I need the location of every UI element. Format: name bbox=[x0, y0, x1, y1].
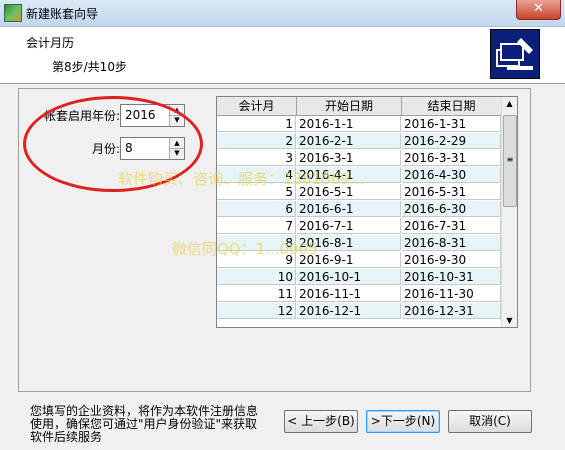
spin-down-icon[interactable]: ▼ bbox=[170, 148, 184, 158]
window-title: 新建账套向导 bbox=[26, 7, 99, 21]
table-row[interactable]: 10 2016-10-1 2016-10-31 bbox=[217, 269, 501, 286]
grip-icon: ≡ bbox=[506, 155, 514, 164]
end-date-cell[interactable]: 2016-1-31 bbox=[402, 116, 501, 132]
end-date-cell[interactable]: 2016-8-31 bbox=[402, 235, 501, 251]
table-row[interactable]: 7 2016-7-1 2016-7-31 bbox=[217, 218, 501, 235]
start-date-cell[interactable]: 2016-8-1 bbox=[297, 235, 401, 251]
start-date-cell[interactable]: 2016-1-1 bbox=[297, 116, 401, 132]
table-row[interactable]: 6 2016-6-1 2016-6-30 bbox=[217, 201, 501, 218]
month-spinner[interactable]: 8 ▲ ▼ bbox=[120, 137, 185, 160]
year-value: 2016 bbox=[125, 108, 156, 122]
month-value: 8 bbox=[125, 141, 133, 155]
year-spinner[interactable]: 2016 ▲ ▼ bbox=[120, 104, 185, 127]
month-cell: 11 bbox=[217, 286, 296, 302]
end-date-cell[interactable]: 2016-2-29 bbox=[402, 133, 501, 149]
title-bar: 新建账套向导 ✕ bbox=[0, 0, 565, 27]
table-row[interactable]: 3 2016-3-1 2016-3-31 bbox=[217, 150, 501, 167]
end-date-cell[interactable]: 2016-6-30 bbox=[402, 201, 501, 217]
month-cell: 2 bbox=[217, 133, 296, 149]
table-row[interactable]: 9 2016-9-1 2016-9-30 bbox=[217, 252, 501, 269]
table-row[interactable]: 1 2016-1-1 2016-1-31 bbox=[217, 116, 501, 133]
end-date-cell[interactable]: 2016-5-31 bbox=[402, 184, 501, 200]
vertical-scrollbar[interactable]: ▲ ≡ ▼ bbox=[501, 97, 517, 327]
start-date-cell[interactable]: 2016-2-1 bbox=[297, 133, 401, 149]
end-date-cell[interactable]: 2016-10-31 bbox=[402, 269, 501, 285]
scroll-thumb[interactable]: ≡ bbox=[503, 115, 517, 207]
month-cell: 4 bbox=[217, 167, 296, 183]
month-cell: 8 bbox=[217, 235, 296, 251]
year-label: 帐套启用年份: bbox=[43, 109, 120, 123]
month-label: 月份: bbox=[91, 142, 120, 156]
month-spin-buttons: ▲ ▼ bbox=[169, 138, 184, 159]
prev-button[interactable]: < 上一步(B) bbox=[284, 410, 358, 433]
scroll-up-icon[interactable]: ▲ bbox=[502, 99, 517, 108]
month-cell: 10 bbox=[217, 269, 296, 285]
table-row[interactable]: 2 2016-2-1 2016-2-29 bbox=[217, 133, 501, 150]
month-cell: 5 bbox=[217, 184, 296, 200]
month-cell: 6 bbox=[217, 201, 296, 217]
end-date-cell[interactable]: 2016-11-30 bbox=[402, 286, 501, 302]
table-row[interactable]: 4 2016-4-1 2016-4-30 bbox=[217, 167, 501, 184]
start-date-cell[interactable]: 2016-11-1 bbox=[297, 286, 401, 302]
month-cell: 9 bbox=[217, 252, 296, 268]
start-date-cell[interactable]: 2016-7-1 bbox=[297, 218, 401, 234]
column-header-start[interactable]: 开始日期 bbox=[297, 97, 402, 116]
cancel-button[interactable]: 取消(C) bbox=[448, 410, 532, 433]
end-date-cell[interactable]: 2016-9-30 bbox=[402, 252, 501, 268]
close-button[interactable]: ✕ bbox=[516, 0, 561, 20]
column-header-month[interactable]: 会计月 bbox=[217, 97, 297, 116]
setup-wizard-icon bbox=[490, 29, 540, 79]
table-row[interactable]: 11 2016-11-1 2016-11-30 bbox=[217, 286, 501, 303]
month-cell: 7 bbox=[217, 218, 296, 234]
start-date-cell[interactable]: 2016-6-1 bbox=[297, 201, 401, 217]
month-cell: 1 bbox=[217, 116, 296, 132]
end-date-cell[interactable]: 2016-4-30 bbox=[402, 167, 501, 183]
year-spin-buttons: ▲ ▼ bbox=[169, 105, 184, 126]
table-row[interactable]: 8 2016-8-1 2016-8-31 bbox=[217, 235, 501, 252]
app-icon bbox=[4, 4, 22, 22]
spin-down-icon[interactable]: ▼ bbox=[170, 115, 184, 125]
step-indicator: 第8步/共10步 bbox=[52, 60, 127, 74]
table-row[interactable]: 5 2016-5-1 2016-5-31 bbox=[217, 184, 501, 201]
end-date-cell[interactable]: 2016-12-31 bbox=[402, 303, 501, 319]
footer-note: 您填写的企业资料，将作为本软件注册信息使用，确保您可通过"用户身份验证"来获取软… bbox=[30, 404, 259, 444]
calendar-table: 会计月 开始日期 结束日期 1 2016-1-1 2016-1-31 2 201… bbox=[216, 96, 518, 328]
scroll-down-icon[interactable]: ▼ bbox=[502, 316, 517, 325]
start-date-cell[interactable]: 2016-3-1 bbox=[297, 150, 401, 166]
page-title: 会计月历 bbox=[26, 36, 75, 50]
month-cell: 3 bbox=[217, 150, 296, 166]
month-cell: 12 bbox=[217, 303, 296, 319]
wizard-header: 会计月历 第8步/共10步 bbox=[0, 27, 565, 84]
next-button[interactable]: >下一步(N) bbox=[366, 410, 440, 433]
column-header-end[interactable]: 结束日期 bbox=[402, 97, 502, 116]
end-date-cell[interactable]: 2016-3-31 bbox=[402, 150, 501, 166]
start-date-cell[interactable]: 2016-12-1 bbox=[297, 303, 401, 319]
start-date-cell[interactable]: 2016-4-1 bbox=[297, 167, 401, 183]
start-date-cell[interactable]: 2016-5-1 bbox=[297, 184, 401, 200]
start-date-cell[interactable]: 2016-9-1 bbox=[297, 252, 401, 268]
start-date-cell[interactable]: 2016-10-1 bbox=[297, 269, 401, 285]
end-date-cell[interactable]: 2016-7-31 bbox=[402, 218, 501, 234]
table-row[interactable]: 12 2016-12-1 2016-12-31 bbox=[217, 303, 501, 320]
